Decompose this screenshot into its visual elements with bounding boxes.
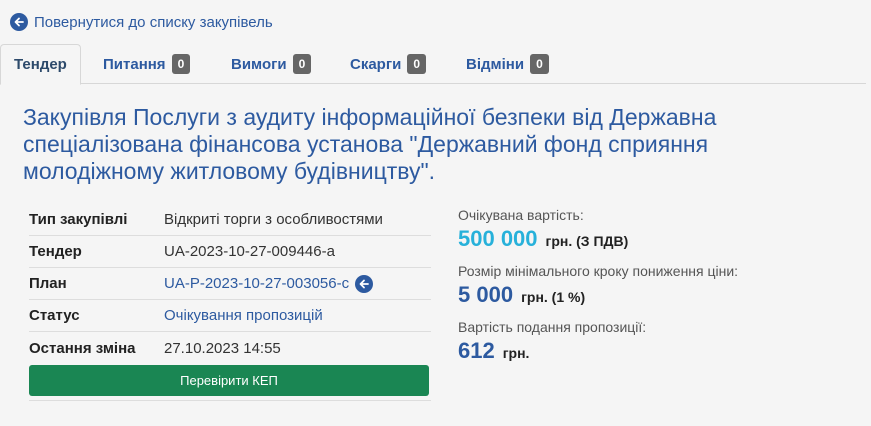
tab-label: Вимоги [231,55,287,73]
page-title: Закупівля Послуги з аудиту інформаційної… [23,104,717,184]
tab-label: Скарги [350,55,402,73]
status-value: Очікування пропозицій [164,307,323,324]
count-badge: 0 [407,54,427,74]
price-unit: грн. (1 %) [521,289,586,305]
arrow-left-icon[interactable] [355,274,374,293]
count-badge: 0 [171,54,191,74]
tab-bar: Тендер Питання 0 Вимоги 0 Скарги 0 Відмі… [0,44,866,85]
tab-questions[interactable]: Питання 0 [103,44,191,84]
info-row-last-change: Остання зміна 27.10.2023 14:55 [29,332,431,364]
price-label: Вартість подання пропозиції: [458,319,647,335]
arrow-left-icon [10,13,28,31]
info-key: Тип закупівлі [29,211,128,228]
price-amount: 612 [458,338,495,363]
min-step-block: Розмір мінімального кроку пониження ціни… [458,263,858,308]
info-row-type: Тип закупівлі Відкриті торги з особливос… [29,204,431,236]
info-value: UA-2023-10-27-009446-a [164,243,335,260]
submission-cost-block: Вартість подання пропозиції: 612 грн. [458,319,858,364]
info-value: 27.10.2023 14:55 [164,339,281,357]
plan-link[interactable]: UA-P-2023-10-27-003056-c [164,274,374,293]
tender-info-table: Тип закупівлі Відкриті торги з особливос… [29,204,431,364]
price-amount: 500 000 [458,226,538,251]
tab-cancellations[interactable]: Відміни 0 [466,44,549,84]
info-key: Тендер [29,243,82,260]
tab-complaints[interactable]: Скарги 0 [350,44,427,84]
plan-id: UA-P-2023-10-27-003056-c [164,275,350,292]
tab-claims[interactable]: Вимоги 0 [231,44,312,84]
tab-label: Тендер [14,56,67,73]
info-key: Статус [29,307,80,324]
info-row-plan: План UA-P-2023-10-27-003056-c [29,268,431,300]
info-key: План [29,275,67,292]
tab-tender[interactable]: Тендер [0,44,81,85]
back-link-label: Повернутися до списку закупівель [34,13,273,31]
count-badge: 0 [292,54,312,74]
price-label: Очікувана вартість: [458,207,584,223]
tab-label: Відміни [466,55,525,73]
info-value: Відкриті торги з особливостями [164,211,383,228]
expected-value-block: Очікувана вартість: 500 000 грн. (З ПДВ) [458,207,858,252]
info-key: Остання зміна [29,339,136,357]
page: Повернутися до списку закупівель Тендер … [0,0,871,426]
price-label: Розмір мінімального кроку пониження ціни… [458,263,739,279]
info-row-tender: Тендер UA-2023-10-27-009446-a [29,236,431,268]
back-to-list-link[interactable]: Повернутися до списку закупівель [10,13,273,31]
check-kep-button[interactable]: Перевірити КЕП [29,365,429,396]
price-unit: грн. (З ПДВ) [545,233,629,249]
info-row-status: Статус Очікування пропозицій [29,300,431,332]
price-unit: грн. [502,345,530,361]
divider [29,400,431,401]
count-badge: 0 [530,54,549,74]
price-amount: 5 000 [458,282,514,307]
tab-label: Питання [103,55,166,73]
